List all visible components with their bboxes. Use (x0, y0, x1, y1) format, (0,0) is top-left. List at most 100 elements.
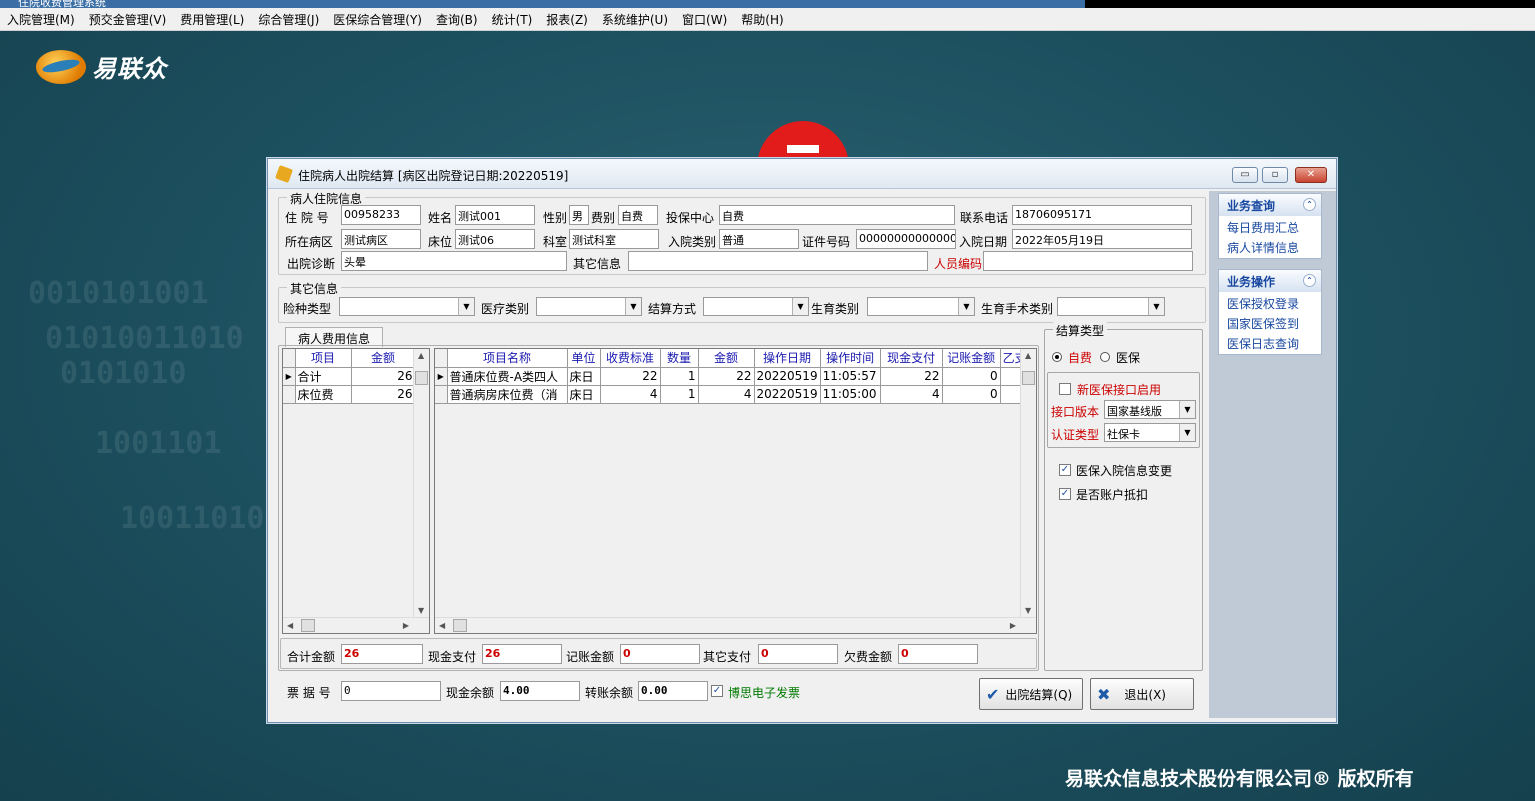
close-button[interactable]: ✕ (1295, 167, 1327, 183)
business-query-header[interactable]: 业务查询 ⌃ (1219, 194, 1321, 216)
other-info-field[interactable] (628, 251, 928, 271)
fee-detail-grid[interactable]: 项目名称 单位 收费标准 数量 金额 操作日期 操作时间 现金支付 记账金额 乙… (434, 348, 1037, 634)
scroll-left-icon[interactable]: ◀ (439, 621, 445, 630)
other-paid-field[interactable]: 0 (758, 644, 838, 664)
column-header[interactable]: 金额 (698, 349, 755, 368)
table-row[interactable]: ▶ 合计 26 (283, 367, 416, 386)
table-row[interactable]: ▶ 普通床位费-A类四人 床日 22 1 22 20220519 11:05:5… (435, 367, 1030, 386)
account-amount-field[interactable]: 0 (620, 644, 700, 664)
auth-type-select[interactable]: 社保卡 ▼ (1104, 423, 1196, 442)
ward-field[interactable]: 测试病区 (341, 229, 421, 249)
radio-self-pay[interactable] (1052, 352, 1062, 362)
scroll-left-icon[interactable]: ◀ (287, 621, 293, 630)
column-header[interactable]: 现金支付 (880, 349, 943, 368)
national-insurance-signin-link[interactable]: 国家医保签到 (1219, 312, 1321, 332)
horizontal-scrollbar[interactable]: ◀ ▶ (283, 617, 429, 633)
column-header[interactable]: 操作时间 (820, 349, 881, 368)
insured-center-field[interactable]: 自费 (719, 205, 955, 225)
scrollbar-thumb[interactable] (1022, 371, 1035, 385)
id-no-field[interactable]: 000000000000000000 (856, 229, 956, 249)
scrollbar-thumb[interactable] (301, 619, 315, 632)
column-header[interactable]: 操作日期 (754, 349, 821, 368)
diagnosis-field[interactable]: 头晕 (341, 251, 567, 271)
scrollbar-thumb[interactable] (415, 371, 428, 385)
fee-summary-grid[interactable]: 项目 金额 ▶ 合计 26 床位费 26 ▲ ▼ ◀ ▶ (282, 348, 430, 634)
menu-general[interactable]: 综合管理(J) (251, 11, 326, 28)
ticket-no-field[interactable]: 0 (341, 681, 441, 701)
interface-version-select[interactable]: 国家基线版 ▼ (1104, 400, 1196, 419)
menu-admission[interactable]: 入院管理(M) (0, 11, 82, 28)
scroll-up-icon[interactable]: ▲ (1025, 351, 1031, 360)
menu-deposit[interactable]: 预交金管理(V) (82, 11, 174, 28)
daily-fee-summary-link[interactable]: 每日费用汇总 (1219, 216, 1321, 236)
scroll-right-icon[interactable]: ▶ (1010, 621, 1016, 630)
total-amount-field[interactable]: 26 (341, 644, 423, 664)
table-row[interactable]: 普通病房床位费（消 床日 4 1 4 20220519 11:05:00 4 0 (435, 385, 1030, 404)
horizontal-scrollbar[interactable]: ◀ ▶ (435, 617, 1036, 633)
dialog-titlebar[interactable]: 住院病人出院结算 [病区出院登记日期:20220519] ▭ ▫ ✕ (268, 159, 1336, 189)
column-header[interactable]: 收费标准 (600, 349, 661, 368)
birth-surgery-type-select[interactable]: ▼ (1057, 297, 1165, 316)
tab-patient-fees[interactable]: 病人费用信息 (285, 327, 384, 347)
self-pay-label[interactable]: 自费 (1068, 349, 1092, 366)
menu-query[interactable]: 查询(B) (429, 11, 485, 28)
transfer-balance-field[interactable]: 0.00 (638, 681, 708, 701)
scroll-right-icon[interactable]: ▶ (403, 621, 409, 630)
column-header[interactable]: 金额 (351, 349, 416, 368)
account-deduct-checkbox[interactable]: ✓ (1059, 488, 1071, 500)
menu-help[interactable]: 帮助(H) (734, 11, 790, 28)
scrollbar-thumb[interactable] (453, 619, 467, 632)
admission-change-checkbox[interactable]: ✓ (1059, 464, 1071, 476)
fee-type-field[interactable]: 自费 (618, 205, 658, 225)
insurance-label[interactable]: 医保 (1116, 349, 1140, 366)
table-row[interactable]: 床位费 26 (283, 385, 416, 404)
scroll-up-icon[interactable]: ▲ (418, 351, 424, 360)
medical-type-select[interactable]: ▼ (536, 297, 642, 316)
column-header[interactable]: 记账金额 (942, 349, 1001, 368)
minimize-button[interactable]: ▭ (1232, 167, 1258, 183)
vertical-scrollbar[interactable]: ▲ ▼ (413, 349, 429, 617)
name-field[interactable]: 测试001 (455, 205, 535, 225)
insurance-log-query-link[interactable]: 医保日志查询 (1219, 332, 1321, 352)
einvoice-checkbox[interactable]: ✓ (711, 685, 723, 697)
settlement-method-select[interactable]: ▼ (703, 297, 809, 316)
menu-window[interactable]: 窗口(W) (675, 11, 734, 28)
menu-statistics[interactable]: 统计(T) (485, 11, 540, 28)
radio-insurance[interactable] (1100, 352, 1110, 362)
cash-paid-field[interactable]: 26 (482, 644, 562, 664)
insurance-type-select[interactable]: ▼ (339, 297, 475, 316)
column-header[interactable]: 项目 (295, 349, 352, 368)
admission-date-field[interactable]: 2022年05月19日 (1012, 229, 1192, 249)
menu-insurance[interactable]: 医保综合管理(Y) (326, 11, 429, 28)
vertical-scrollbar[interactable]: ▲ ▼ (1020, 349, 1036, 617)
column-header[interactable]: 单位 (567, 349, 601, 368)
bed-field[interactable]: 测试06 (455, 229, 535, 249)
arrears-field[interactable]: 0 (898, 644, 978, 664)
phone-field[interactable]: 18706095171 (1012, 205, 1192, 225)
collapse-icon[interactable]: ⌃ (1303, 274, 1316, 287)
business-ops-header[interactable]: 业务操作 ⌃ (1219, 270, 1321, 292)
discharge-settle-button[interactable]: ✔ 出院结算(Q) (979, 678, 1083, 710)
column-header[interactable]: 数量 (660, 349, 699, 368)
account-amount-label: 记账金额 (566, 650, 615, 664)
birth-type-select[interactable]: ▼ (867, 297, 975, 316)
row-indicator (283, 385, 296, 404)
staff-code-field[interactable] (983, 251, 1193, 271)
dept-field[interactable]: 测试科室 (569, 229, 659, 249)
menu-maintenance[interactable]: 系统维护(U) (595, 11, 675, 28)
gender-field[interactable]: 男 (569, 205, 589, 225)
column-header[interactable]: 项目名称 (447, 349, 568, 368)
cash-balance-field[interactable]: 4.00 (500, 681, 580, 701)
scroll-down-icon[interactable]: ▼ (418, 606, 424, 615)
patient-details-link[interactable]: 病人详情信息 (1219, 236, 1321, 256)
insurance-auth-login-link[interactable]: 医保授权登录 (1219, 292, 1321, 312)
scroll-down-icon[interactable]: ▼ (1025, 606, 1031, 615)
restore-button[interactable]: ▫ (1262, 167, 1288, 183)
collapse-icon[interactable]: ⌃ (1303, 198, 1316, 211)
admission-no-field[interactable]: 00958233 (341, 205, 421, 225)
admission-type-field[interactable]: 普通 (719, 229, 799, 249)
menu-fees[interactable]: 费用管理(L) (173, 11, 251, 28)
exit-button[interactable]: ✖ 退出(X) (1090, 678, 1194, 710)
menu-reports[interactable]: 报表(Z) (539, 11, 595, 28)
new-interface-checkbox[interactable] (1059, 383, 1071, 395)
